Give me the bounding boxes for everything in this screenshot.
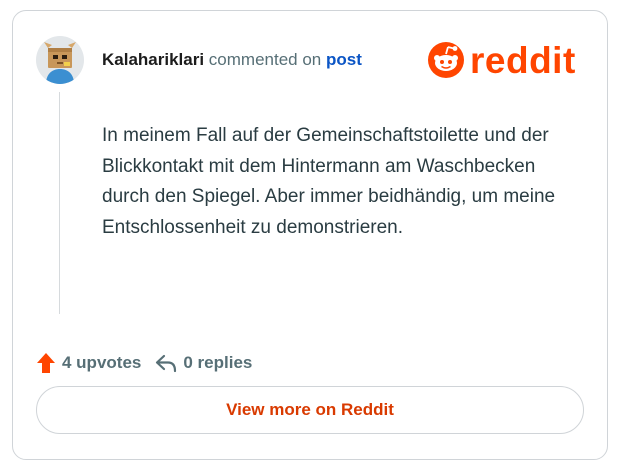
action-text: commented on (208, 50, 322, 69)
upvote-arrow-icon (36, 352, 56, 374)
upvote-count: 4 upvotes (62, 353, 142, 372)
avatar[interactable] (36, 36, 84, 84)
comment-footer: 4 upvotes 0 replies (36, 350, 252, 376)
username-link[interactable]: Kalahariklari (102, 50, 204, 69)
reply-count: 0 replies (183, 353, 253, 372)
comment-body: In meinem Fall auf der Gemeinschaftstoil… (102, 125, 556, 238)
reddit-snoo-icon (428, 42, 464, 78)
reply-arrow-icon (155, 353, 177, 373)
reddit-logo[interactable]: reddit (428, 40, 576, 80)
reply-button[interactable]: 0 replies (155, 353, 252, 373)
thread-line (59, 92, 60, 314)
upvote-button[interactable]: 4 upvotes (36, 352, 141, 374)
view-more-on-reddit-button[interactable]: View more on Reddit (36, 386, 584, 434)
avatar-image (36, 36, 84, 84)
post-link[interactable]: post (326, 50, 362, 69)
reddit-wordmark: reddit (470, 39, 576, 81)
comment-header: Kalahariklari commented on post (102, 50, 362, 70)
